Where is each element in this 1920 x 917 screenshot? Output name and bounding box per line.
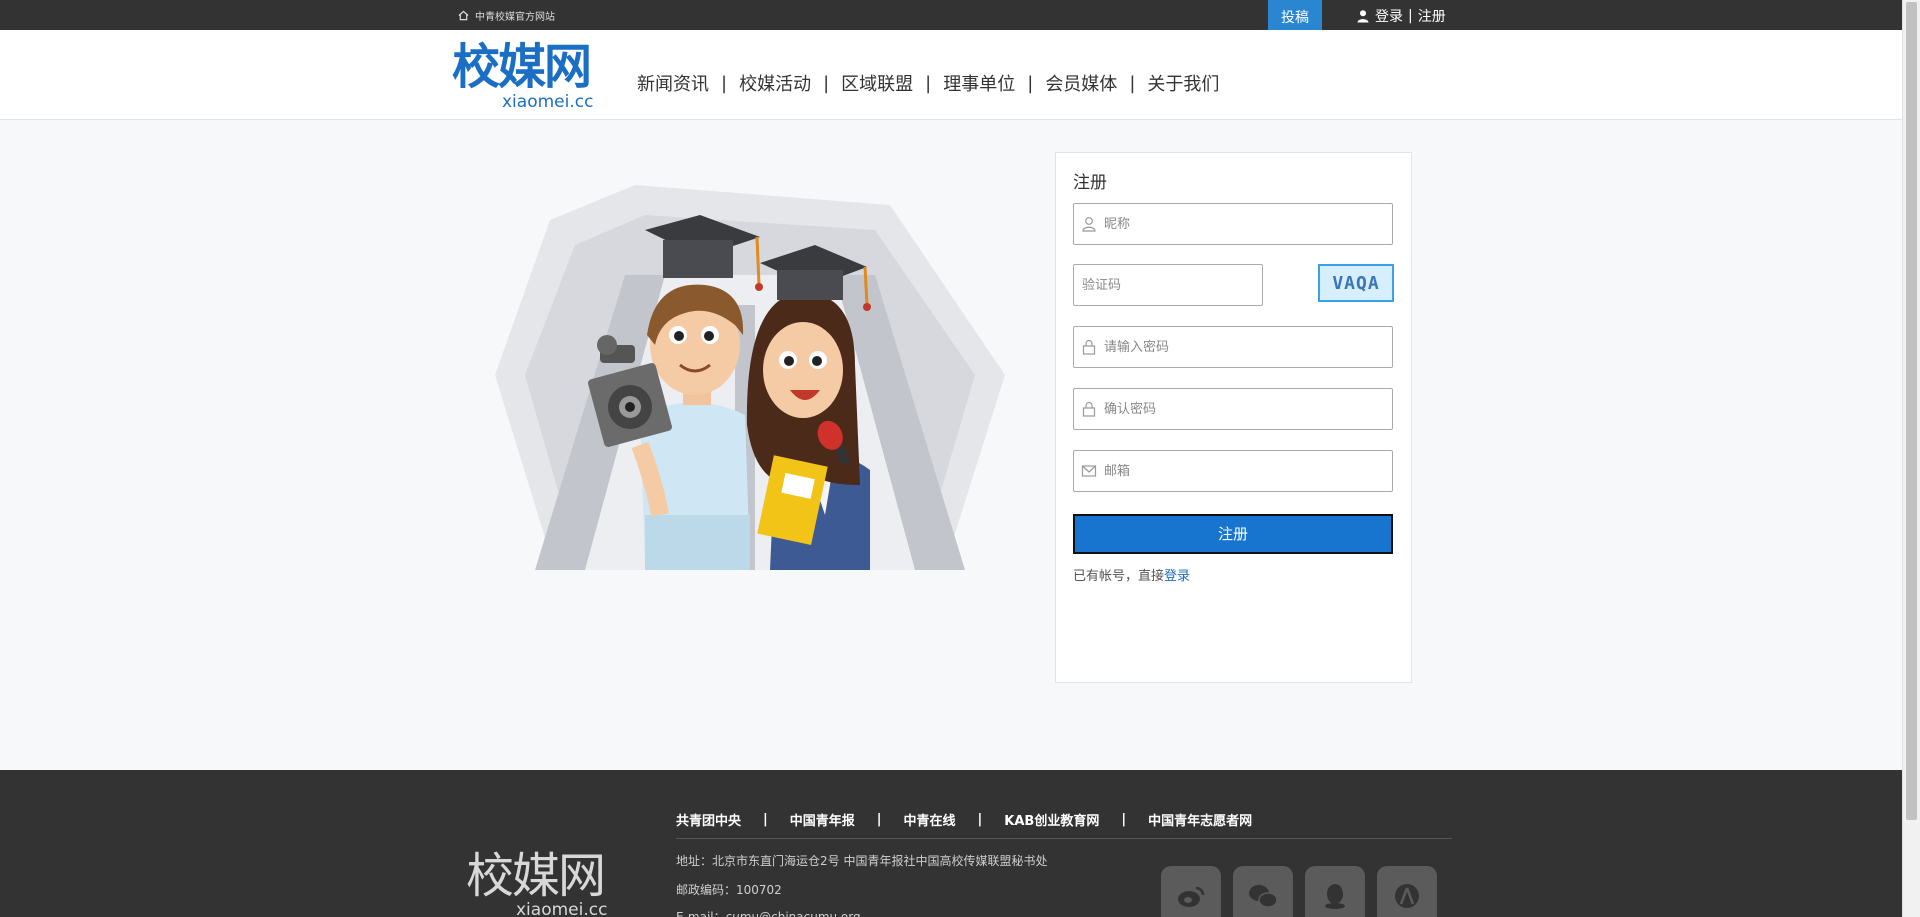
auth-links: 登录 | 注册 xyxy=(1356,6,1446,26)
auth-divider: | xyxy=(1408,8,1413,24)
captcha-image[interactable]: VAQA xyxy=(1318,264,1394,302)
user-icon xyxy=(1357,10,1369,23)
have-account-label: 已有帐号，直接 xyxy=(1073,569,1165,584)
wechat-button[interactable] xyxy=(1233,866,1293,917)
footer-logo-english: xiaomei.cc xyxy=(516,900,608,917)
confirm-password-input[interactable] xyxy=(1104,389,1392,429)
lock-icon xyxy=(1082,339,1096,355)
footer-link-cyol[interactable]: 中青在线 xyxy=(882,810,978,829)
register-link[interactable]: 注册 xyxy=(1418,6,1446,26)
main-nav: 新闻资讯 | 校媒活动 | 区域联盟 | 理事单位 | 会员媒体 | 关于我们 xyxy=(637,70,1231,96)
email-input[interactable] xyxy=(1104,451,1392,491)
official-site-link[interactable]: 中青校媒官方网站 xyxy=(458,8,555,23)
captcha-field[interactable] xyxy=(1073,264,1263,306)
footer-link-cyd[interactable]: 中国青年报 xyxy=(768,810,877,829)
footer-links: 共青团中央 | 中国青年报 | 中青在线 | KAB创业教育网 | 中国青年志愿… xyxy=(676,810,1274,829)
scrollbar-thumb[interactable] xyxy=(1906,2,1917,820)
password-field[interactable] xyxy=(1073,326,1393,368)
footer-logo-chinese: 校媒网 xyxy=(466,848,606,904)
site-logo[interactable]: 校媒网 xiaomei.cc xyxy=(452,42,602,112)
nav-item-news[interactable]: 新闻资讯 xyxy=(637,70,721,96)
tencent-weibo-button[interactable] xyxy=(1377,866,1437,917)
footer-divider xyxy=(676,838,1452,839)
register-panel: 注册 VAQA 注册 已有帐号，直接登录 xyxy=(1055,152,1412,683)
logo-chinese: 校媒网 xyxy=(452,39,592,95)
qq-button[interactable] xyxy=(1305,866,1365,917)
nav-item-about-us[interactable]: 关于我们 xyxy=(1135,70,1231,96)
nickname-field[interactable] xyxy=(1073,203,1393,245)
nav-item-member-media[interactable]: 会员媒体 xyxy=(1033,70,1129,96)
official-site-label: 中青校媒官方网站 xyxy=(475,12,555,23)
confirm-password-field[interactable] xyxy=(1073,388,1393,430)
tencent-weibo-icon xyxy=(1395,884,1419,908)
footer-link-volunteer[interactable]: 中国青年志愿者网 xyxy=(1126,810,1274,829)
register-submit-button[interactable]: 注册 xyxy=(1073,514,1393,554)
students-illustration xyxy=(495,185,1005,570)
nav-item-activities[interactable]: 校媒活动 xyxy=(727,70,823,96)
register-title: 注册 xyxy=(1073,173,1107,193)
weibo-icon xyxy=(1178,886,1205,907)
page-scrollbar[interactable] xyxy=(1902,0,1920,917)
login-link[interactable]: 登录 xyxy=(1164,569,1190,584)
nav-item-council-members[interactable]: 理事单位 xyxy=(931,70,1027,96)
footer-link-kab[interactable]: KAB创业教育网 xyxy=(982,810,1121,829)
footer-email: E-mail：cumu@chinacumu.org xyxy=(676,910,861,917)
footer-postcode: 邮政编码：100702 xyxy=(676,883,782,897)
have-account-text: 已有帐号，直接登录 xyxy=(1073,565,1190,584)
top-bar: 中青校媒官方网站 投稿 登录 | 注册 xyxy=(0,0,1902,40)
site-footer: 校媒网 xiaomei.cc 共青团中央 | 中国青年报 | 中青在线 | KA… xyxy=(0,770,1902,917)
captcha-input[interactable] xyxy=(1074,265,1262,305)
nickname-input[interactable] xyxy=(1104,204,1392,244)
site-header: 校媒网 xiaomei.cc 新闻资讯 | 校媒活动 | 区域联盟 | 理事单位… xyxy=(0,30,1902,120)
password-input[interactable] xyxy=(1104,327,1392,367)
login-link[interactable]: 登录 xyxy=(1375,6,1403,26)
email-field[interactable] xyxy=(1073,450,1393,492)
nav-item-regional-alliance[interactable]: 区域联盟 xyxy=(829,70,925,96)
weibo-button[interactable] xyxy=(1161,866,1221,917)
footer-link-ccyl[interactable]: 共青团中央 xyxy=(676,810,763,829)
footer-logo: 校媒网 xiaomei.cc xyxy=(466,848,616,917)
wechat-icon xyxy=(1249,885,1278,908)
lock-icon xyxy=(1082,401,1096,417)
user-icon xyxy=(1082,217,1096,232)
mail-icon xyxy=(1081,465,1097,477)
home-icon xyxy=(458,10,469,21)
footer-address: 地址：北京市东直门海运仓2号 中国青年报社中国高校传媒联盟秘书处 xyxy=(676,854,1048,868)
qq-icon xyxy=(1325,884,1345,909)
logo-english: xiaomei.cc xyxy=(502,92,594,112)
